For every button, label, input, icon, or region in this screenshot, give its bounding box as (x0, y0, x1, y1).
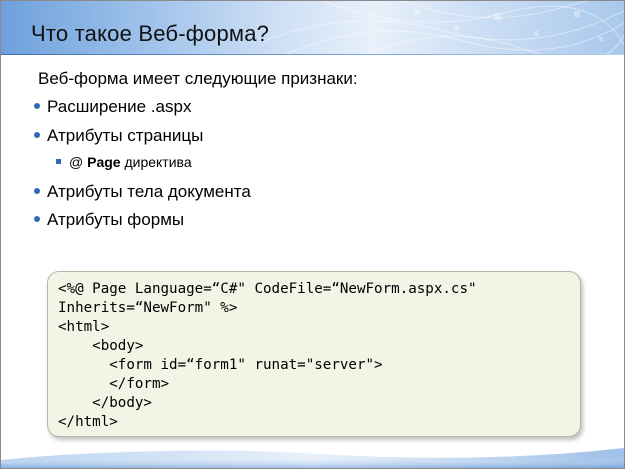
bullet-item: Расширение .aspx (34, 97, 191, 117)
sub-bullet-bold: Page (87, 154, 121, 170)
bullet-text: Атрибуты тела документа (47, 182, 251, 201)
code-line: <%@ Page Language=“C#" CodeFile=“NewForm… (58, 281, 477, 297)
sub-bullet-prefix: @ (69, 154, 88, 170)
slide: Что такое Веб-форма? Веб-форма имеет сле… (0, 0, 625, 469)
code-block: <%@ Page Language=“C#" CodeFile=“NewForm… (47, 271, 581, 437)
code-line: <html> (58, 319, 110, 335)
sub-bullet-suffix: директива (120, 154, 192, 170)
bullet-dot-icon (34, 187, 40, 194)
sub-bullet-item: @ Page директива (56, 154, 192, 170)
square-bullet-icon (56, 158, 61, 164)
title-underline (1, 54, 624, 55)
bottom-decoration (1, 445, 624, 468)
intro-text: Веб-форма имеет следующие признаки: (38, 69, 358, 88)
title-decoration (264, 1, 624, 55)
code-line: <body> (58, 338, 144, 354)
bullet-item: Атрибуты страницы (34, 126, 203, 146)
code-line: </body> (58, 395, 152, 411)
bullet-dot-icon (34, 131, 40, 138)
bullet-item: Атрибуты формы (34, 210, 184, 230)
code-line: <form id=“form1" runat="server"> (58, 357, 383, 373)
code-line: </html> (58, 414, 118, 430)
bullet-dot-icon (34, 215, 40, 222)
title-bar: Что такое Веб-форма? (1, 1, 624, 55)
code-line: Inherits=“NewForm" %> (58, 300, 238, 316)
bullet-text: Атрибуты страницы (47, 126, 204, 145)
bullet-item: Атрибуты тела документа (34, 182, 251, 202)
code-line: </form> (58, 376, 170, 392)
code-text: <%@ Page Language=“C#" CodeFile=“NewForm… (58, 280, 477, 432)
bullet-text: Расширение .aspx (47, 97, 192, 116)
bullet-text: Атрибуты формы (47, 210, 185, 229)
slide-title: Что такое Веб-форма? (31, 21, 270, 46)
bullet-dot-icon (34, 102, 40, 109)
